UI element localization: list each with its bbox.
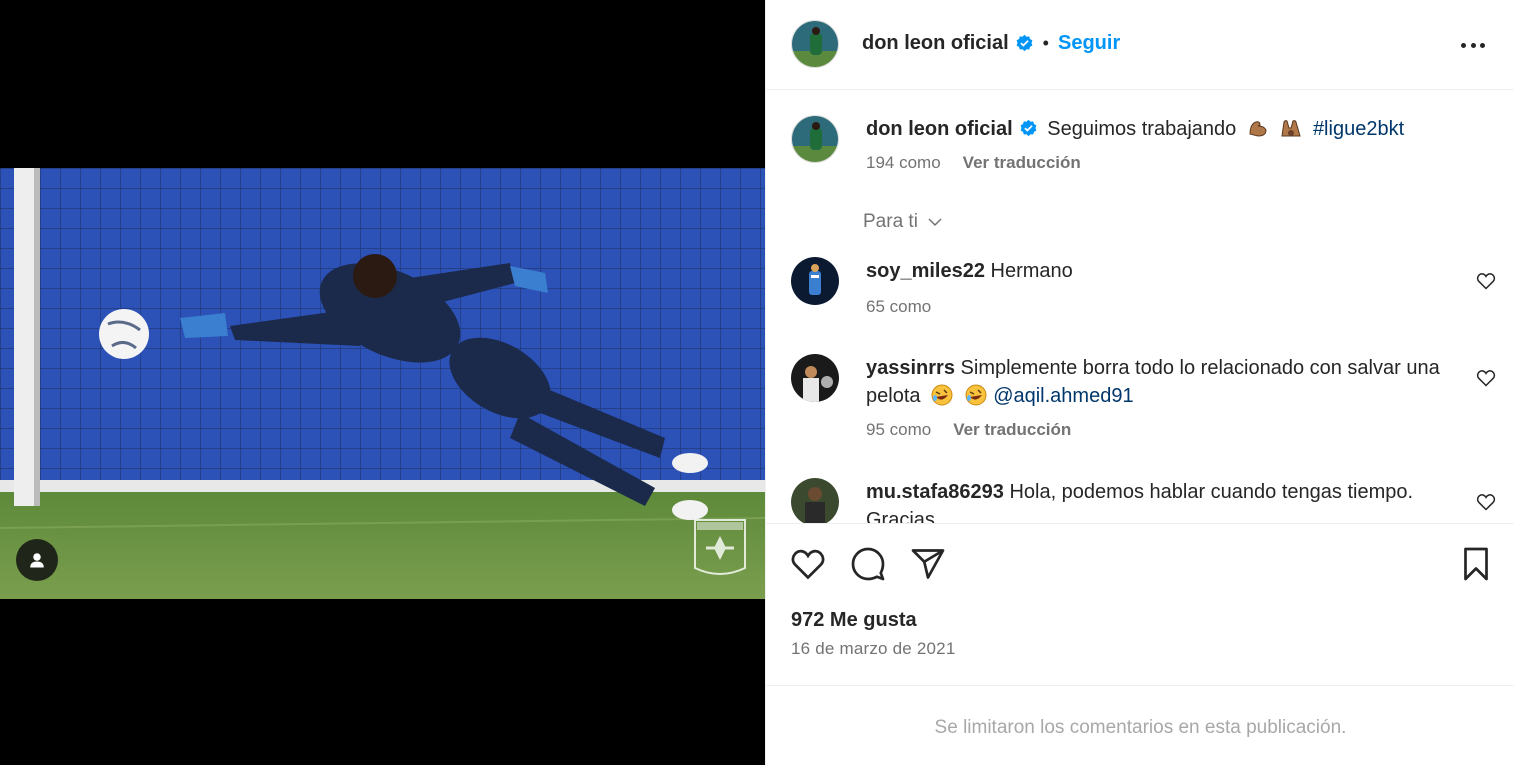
- comment-filter-label: Para ti: [863, 211, 918, 232]
- comment-text: Hermano: [990, 260, 1073, 282]
- raising-hands-emoji: [1281, 120, 1302, 137]
- separator-dot: •: [1042, 33, 1049, 53]
- caption-text: Seguimos trabajando: [1047, 118, 1237, 140]
- chevron-down-icon: [928, 218, 942, 227]
- comments-scroll-area[interactable]: don leon oficial Seguimos trabajando #li…: [766, 91, 1514, 523]
- heart-icon[interactable]: [1476, 271, 1496, 291]
- comment-avatar[interactable]: [791, 257, 839, 305]
- user-tag-button[interactable]: [16, 539, 58, 581]
- heart-icon[interactable]: [1476, 368, 1496, 388]
- caption-username[interactable]: don leon oficial: [866, 118, 1013, 140]
- post-photo[interactable]: [0, 168, 765, 599]
- comment-username[interactable]: yassinrrs: [866, 357, 955, 379]
- post-date[interactable]: 16 de marzo de 2021: [791, 639, 955, 659]
- comment-avatar[interactable]: [791, 478, 839, 523]
- heart-icon[interactable]: [790, 546, 826, 582]
- caption-avatar[interactable]: [791, 115, 839, 163]
- comment-filter-dropdown[interactable]: Para ti: [863, 211, 944, 233]
- comment-username[interactable]: soy_miles22: [866, 260, 985, 282]
- user-tag-icon: [30, 553, 44, 568]
- verified-badge-icon: [1020, 119, 1037, 137]
- caption-hashtag[interactable]: #ligue2bkt: [1313, 118, 1404, 140]
- caption-likes[interactable]: 194 como: [866, 153, 941, 172]
- verified-badge-icon: [1016, 34, 1033, 52]
- translate-link[interactable]: Ver traducción: [963, 153, 1081, 172]
- post-actions: 972 Me gusta 16 de marzo de 2021: [766, 523, 1514, 686]
- rofl-emoji: [965, 384, 987, 406]
- like-count[interactable]: 972 Me gusta: [791, 609, 917, 632]
- send-icon[interactable]: [910, 546, 946, 582]
- author-username[interactable]: don leon oficial: [862, 32, 1009, 55]
- media-pane: [0, 0, 765, 765]
- comments-limited-notice: Se limitaron los comentarios en esta pub…: [934, 717, 1347, 738]
- flexed-biceps-emoji: [1249, 121, 1267, 137]
- translate-link[interactable]: Ver traducción: [953, 420, 1071, 439]
- rofl-emoji: [931, 384, 953, 406]
- bookmark-icon[interactable]: [1458, 546, 1494, 582]
- post-panel: don leon oficial • Seguir don leon ofici…: [765, 0, 1514, 765]
- heart-icon[interactable]: [1476, 492, 1496, 512]
- post-viewer: don leon oficial • Seguir don leon ofici…: [0, 0, 1514, 765]
- follow-button[interactable]: Seguir: [1058, 32, 1120, 55]
- author-avatar[interactable]: [791, 20, 839, 68]
- more-options-button[interactable]: [1461, 33, 1485, 57]
- comment-mention[interactable]: @aqil.ahmed91: [993, 385, 1133, 407]
- comment-likes[interactable]: 65 como: [866, 297, 931, 316]
- comment-likes[interactable]: 95 como: [866, 420, 931, 439]
- more-options-icon: [1461, 42, 1466, 48]
- post-header: don leon oficial • Seguir: [766, 0, 1514, 90]
- comment-username[interactable]: mu.stafa86293: [866, 481, 1004, 503]
- comment-icon[interactable]: [850, 546, 886, 582]
- comment-avatar[interactable]: [791, 354, 839, 402]
